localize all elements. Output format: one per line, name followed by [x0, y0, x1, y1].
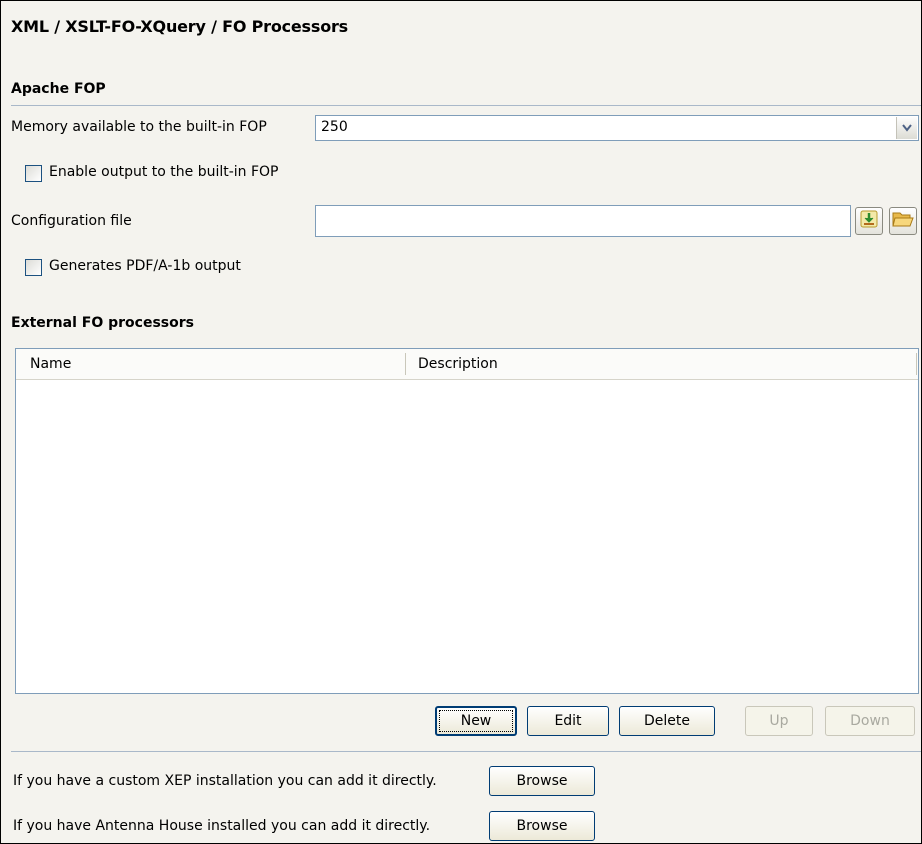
table-header: Name Description: [16, 349, 918, 380]
enable-output-checkbox[interactable]: [25, 165, 42, 182]
chevron-down-icon[interactable]: [896, 117, 917, 139]
column-divider[interactable]: [405, 353, 406, 375]
download-arrow-icon: [860, 210, 878, 232]
edit-button[interactable]: Edit: [527, 706, 609, 736]
footer-separator: [11, 751, 921, 752]
xep-browse-button[interactable]: Browse: [489, 766, 595, 796]
memory-label: Memory available to the built-in FOP: [11, 119, 267, 135]
config-file-label: Configuration file: [11, 213, 132, 229]
column-header-description[interactable]: Description: [418, 349, 498, 379]
config-file-input[interactable]: [315, 205, 851, 237]
external-processors-section-label: External FO processors: [11, 315, 194, 331]
enable-output-label: Enable output to the built-in FOP: [49, 164, 279, 180]
external-processors-table[interactable]: Name Description: [15, 348, 919, 694]
section-separator: [11, 105, 921, 106]
column-header-name[interactable]: Name: [30, 349, 71, 379]
browse-folder-button[interactable]: [889, 207, 917, 235]
antenna-hint-text: If you have Antenna House installed you …: [13, 818, 431, 834]
memory-value: 250: [321, 119, 348, 135]
pdfa-checkbox[interactable]: [25, 259, 42, 276]
insert-variables-button[interactable]: [855, 207, 883, 235]
up-button[interactable]: Up: [745, 706, 813, 736]
apache-fop-section-label: Apache FOP: [11, 81, 106, 97]
column-divider[interactable]: [916, 353, 917, 375]
new-button[interactable]: New: [435, 706, 517, 736]
xep-hint-text: If you have a custom XEP installation yo…: [13, 773, 437, 789]
down-button[interactable]: Down: [825, 706, 915, 736]
memory-combobox[interactable]: 250: [315, 115, 919, 141]
folder-open-icon: [892, 210, 914, 232]
antenna-browse-button[interactable]: Browse: [489, 811, 595, 841]
page-title: XML / XSLT-FO-XQuery / FO Processors: [11, 17, 348, 36]
preferences-panel: XML / XSLT-FO-XQuery / FO Processors Apa…: [0, 0, 922, 844]
pdfa-label: Generates PDF/A-1b output: [49, 258, 241, 274]
delete-button[interactable]: Delete: [619, 706, 715, 736]
